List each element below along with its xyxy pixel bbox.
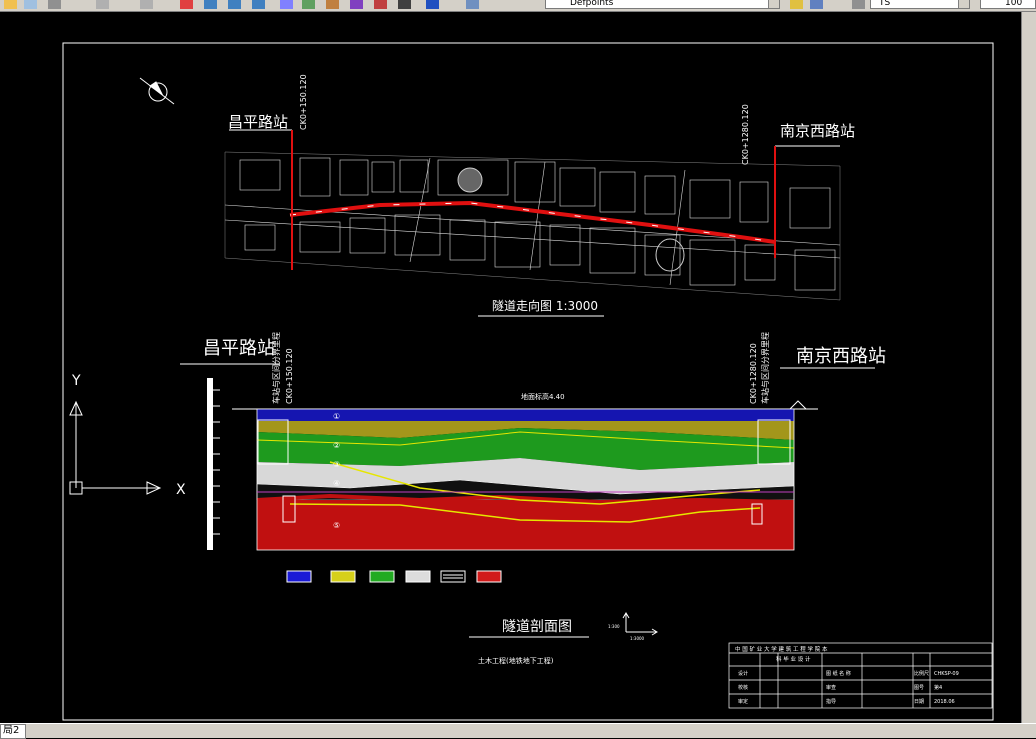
drawing-svg: 昌平路站 南京西路站 CK0+150.120 CK0+1280.120 隧道走向… bbox=[62, 42, 994, 721]
scale-value: 100 bbox=[1005, 0, 1023, 8]
calculator-icon[interactable] bbox=[398, 0, 411, 9]
text-style-value: TS bbox=[879, 0, 891, 8]
vertical-scrollbar[interactable] bbox=[1021, 12, 1036, 723]
text-style-icon[interactable] bbox=[852, 0, 865, 9]
tb-r2c3: 审查 bbox=[826, 684, 836, 691]
tb-r2c7: 第4 bbox=[934, 684, 942, 691]
tb-r1c5: 比例尺 bbox=[914, 670, 929, 677]
layer-previous-icon[interactable] bbox=[810, 0, 823, 9]
markup-icon[interactable] bbox=[374, 0, 387, 9]
tb-school: 中 国 矿 业 大 学 建 筑 工 程 学 院 本 bbox=[735, 645, 828, 653]
section-vert-right: 车站与区间分界里程 bbox=[760, 332, 770, 404]
chevron-down-icon[interactable] bbox=[768, 0, 779, 8]
undo-icon[interactable] bbox=[96, 0, 109, 9]
drawing-canvas[interactable]: 昌平路站 南京西路站 CK0+150.120 CK0+1280.120 隧道走向… bbox=[0, 12, 1021, 723]
tb-project: 科 毕 业 设 计 bbox=[776, 655, 811, 663]
zoom-realtime-icon[interactable] bbox=[180, 0, 193, 9]
layer-marker-4: ④ bbox=[333, 479, 340, 488]
layer-marker-1: ① bbox=[333, 412, 340, 421]
plan-chainage-left: CK0+150.120 bbox=[299, 74, 308, 130]
tb-r1c1: 设计 bbox=[738, 670, 748, 677]
section-station-right: 南京西路站 bbox=[796, 346, 886, 367]
ucs-icon bbox=[69, 400, 162, 495]
plan-station-left: 昌平路站 bbox=[228, 113, 288, 131]
help-icon[interactable] bbox=[426, 0, 439, 9]
zoom-extents-icon[interactable] bbox=[252, 0, 265, 9]
layer-marker-3: ③ bbox=[333, 460, 340, 469]
tb-r3c3: 指导 bbox=[826, 698, 836, 705]
north-arrow-icon bbox=[139, 77, 175, 105]
section-subtitle: 土木工程(地铁地下工程) bbox=[478, 656, 554, 665]
layer-marker-2: ② bbox=[333, 441, 340, 450]
legend-swatch-4 bbox=[405, 570, 431, 583]
tb-r3c1: 审定 bbox=[738, 698, 748, 705]
scale-arrows-icon bbox=[622, 612, 658, 636]
tb-r1c3: 图 纸 名 称 bbox=[826, 670, 851, 677]
legend-swatch-2 bbox=[330, 570, 356, 583]
layer-marker-5: ⑤ bbox=[333, 521, 340, 530]
section-title: 隧道剖面图 bbox=[502, 619, 572, 635]
legend-swatch-5 bbox=[440, 570, 466, 583]
zoom-window-icon[interactable] bbox=[204, 0, 217, 9]
sheet-set-icon[interactable] bbox=[350, 0, 363, 9]
section-station-left: 昌平路站 bbox=[203, 338, 275, 359]
scale-dropdown[interactable]: 100 bbox=[980, 0, 1036, 9]
legend-swatch-3 bbox=[369, 570, 395, 583]
tb-r2c5: 图号 bbox=[914, 685, 924, 691]
make-current-icon[interactable] bbox=[790, 0, 803, 9]
plan-chainage-right: CK0+1280.120 bbox=[741, 104, 750, 165]
legend bbox=[286, 570, 502, 583]
tb-r3c7: 2018.06 bbox=[934, 699, 955, 705]
layer-name: Defpoints bbox=[570, 0, 614, 8]
geological-section bbox=[232, 400, 818, 551]
toolbar: Defpoints TS 100 bbox=[0, 0, 1036, 12]
status-bar: 局2 bbox=[0, 723, 1036, 739]
text-style-dropdown[interactable]: TS bbox=[870, 0, 970, 9]
ucs-x-label: X bbox=[176, 482, 186, 498]
legend-swatch-6 bbox=[476, 570, 502, 583]
section-vert-left: 车站与区间分界里程 bbox=[271, 332, 281, 404]
redo-icon[interactable] bbox=[140, 0, 153, 9]
section-chainage-right: CK0+1280.120 bbox=[749, 343, 758, 404]
scale-horizontal: 1:3000 bbox=[630, 636, 645, 641]
ground-level-label: 地面标高4.40 bbox=[521, 392, 565, 401]
properties-icon[interactable] bbox=[280, 0, 293, 9]
plan-title: 隧道走向图 1:3000 bbox=[492, 298, 598, 313]
zoom-previous-icon[interactable] bbox=[228, 0, 241, 9]
tb-r3c5: 日期 bbox=[914, 699, 924, 705]
chevron-down-icon[interactable] bbox=[958, 0, 969, 8]
pan-icon[interactable] bbox=[48, 0, 61, 9]
tb-r1c7: CHKSP-09 bbox=[934, 671, 959, 677]
design-center-icon[interactable] bbox=[302, 0, 315, 9]
layer-dropdown[interactable]: Defpoints bbox=[545, 0, 780, 9]
legend-swatch-1 bbox=[286, 570, 312, 583]
tool-palette-icon[interactable] bbox=[326, 0, 339, 9]
section-chainage-left: CK0+150.120 bbox=[285, 348, 294, 404]
ucs-y-label: Y bbox=[71, 373, 81, 389]
depth-scale bbox=[207, 378, 220, 550]
plan-station-right: 南京西路站 bbox=[780, 122, 855, 140]
open-icon[interactable] bbox=[24, 0, 37, 9]
new-icon[interactable] bbox=[4, 0, 17, 9]
layer-manager-icon[interactable] bbox=[466, 0, 479, 9]
tb-r2c1: 校核 bbox=[738, 684, 748, 691]
scale-vertical: 1:300 bbox=[608, 624, 620, 629]
